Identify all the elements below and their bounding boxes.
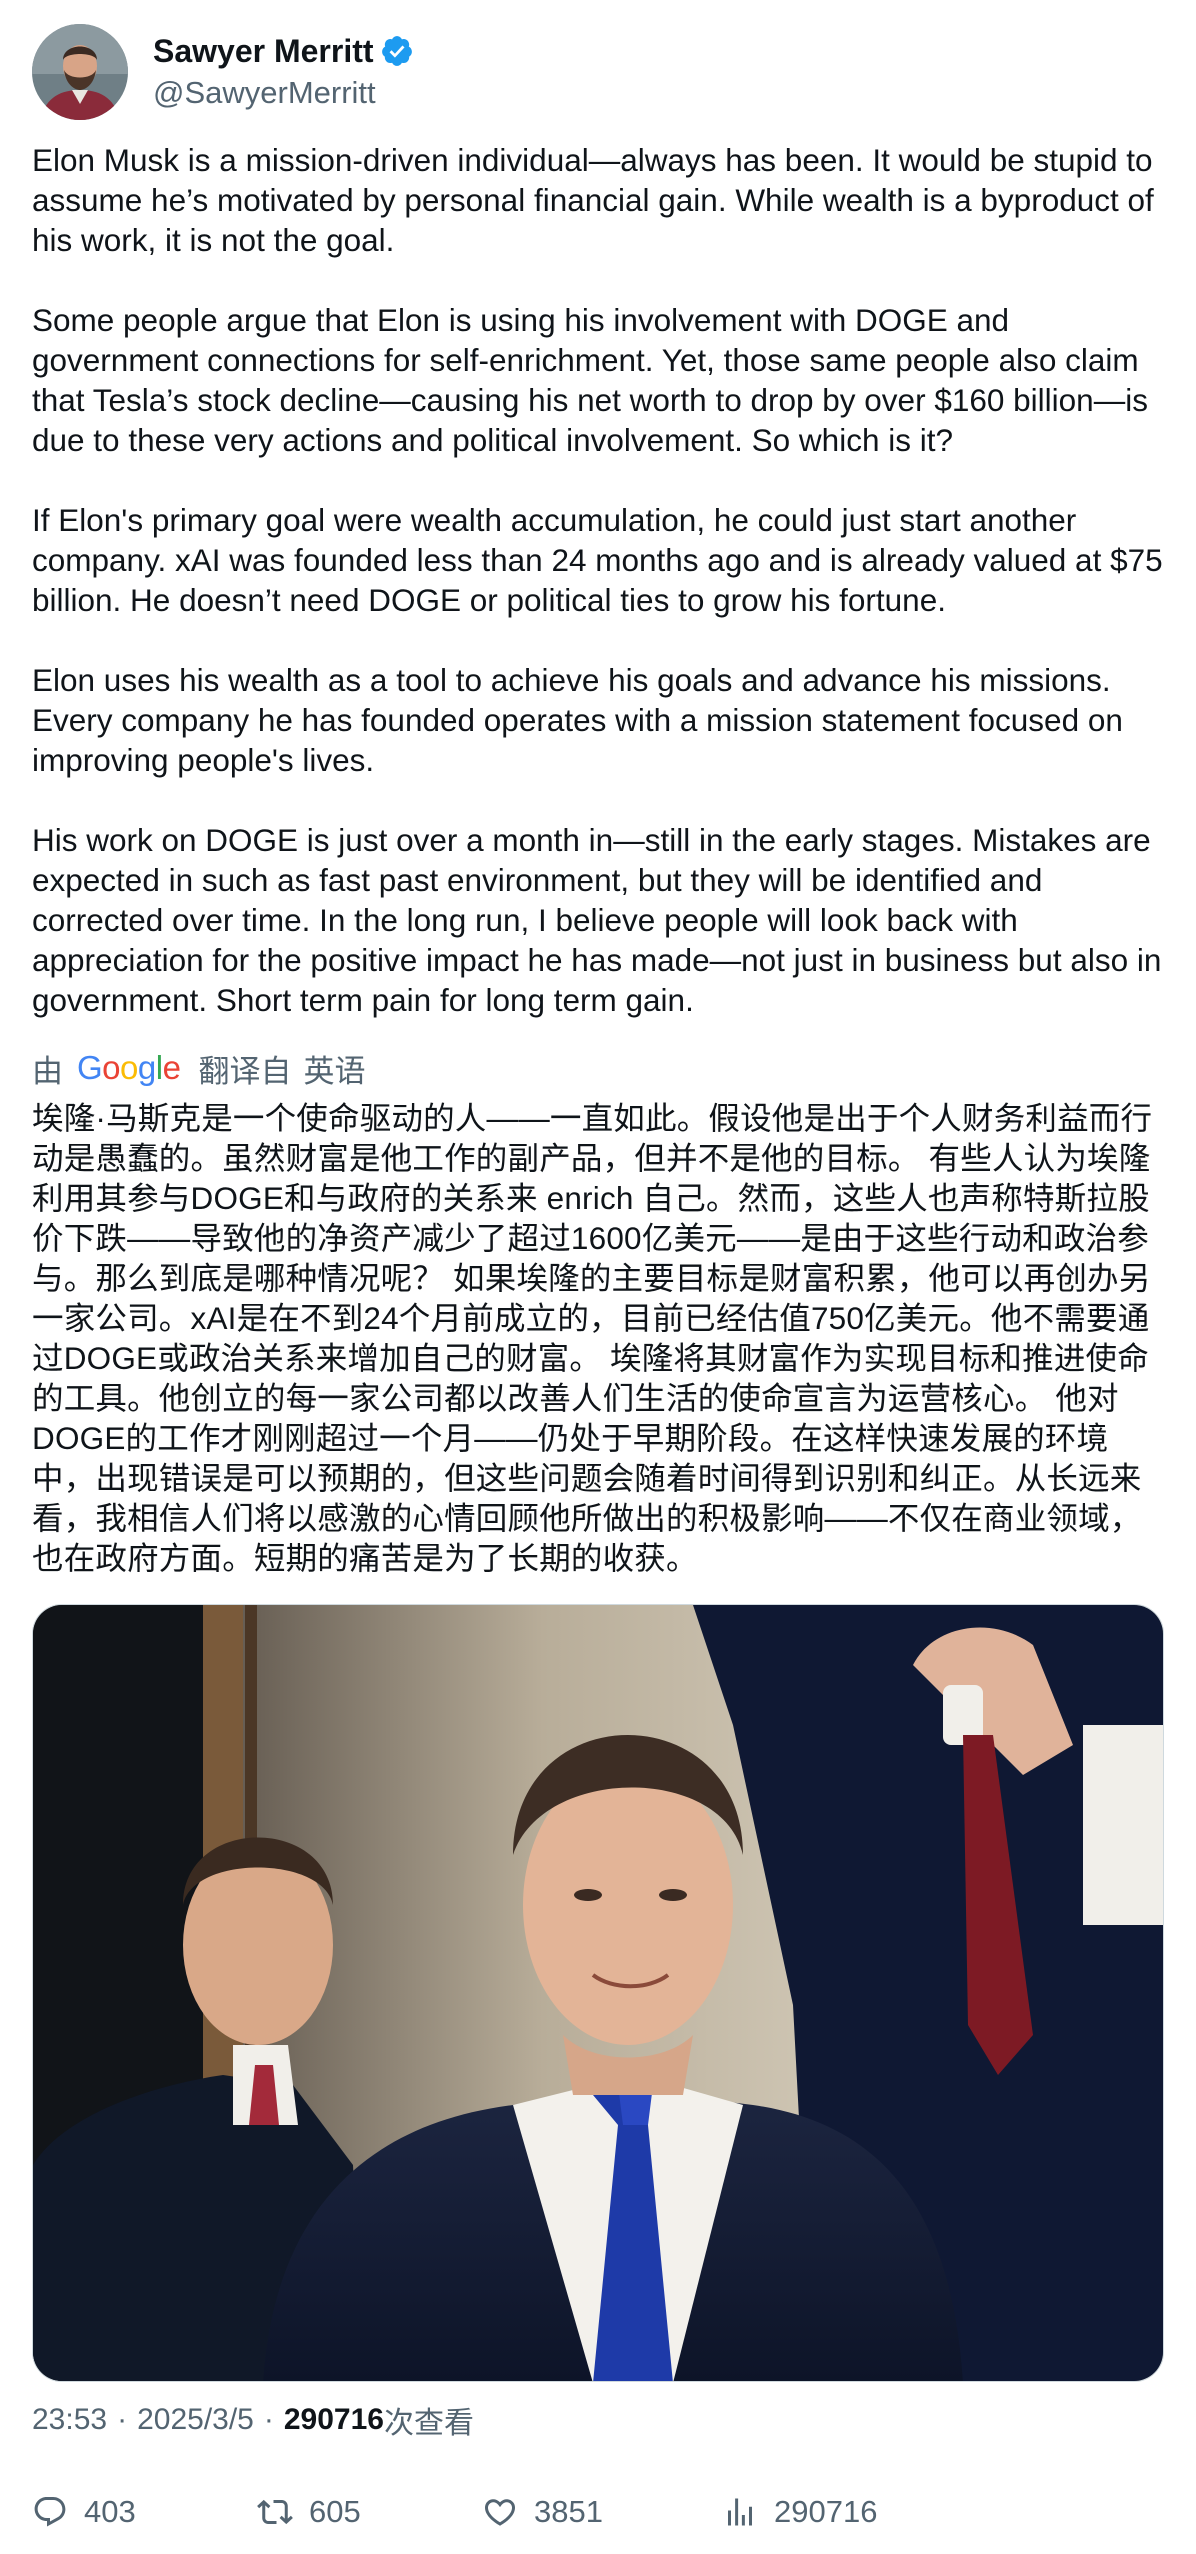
translated-by-label: 由 [32,1053,63,1089]
post-paragraph: Elon uses his wealth as a tool to achiev… [32,662,1123,778]
separator: · [117,2403,128,2436]
translated-from-label: 翻译自 [198,1053,292,1089]
reply-count: 403 [84,2494,136,2529]
source-language: 英语 [303,1053,366,1089]
google-logo: Google [77,1049,181,1086]
author-names: Sawyer Merritt @SawyerMerritt [153,31,414,113]
post-header: Sawyer Merritt @SawyerMerritt [32,24,414,120]
post-time[interactable]: 23:53 [32,2403,107,2437]
like-count: 3851 [534,2494,603,2529]
views-count: 290716 [283,2403,384,2436]
views-button[interactable]: 290716 [722,2494,877,2530]
post-date[interactable]: 2025/3/5 [137,2403,254,2437]
action-bar: 403 605 3851 290716 [32,2490,1172,2534]
translation-attribution[interactable]: 由 Google 翻译自 英语 [32,1048,366,1089]
like-button[interactable]: 3851 [482,2494,603,2530]
reply-button[interactable]: 403 [32,2494,136,2530]
reply-icon [34,2497,66,2527]
analytics-icon [728,2498,752,2526]
repost-button[interactable]: 605 [257,2494,361,2530]
post-image[interactable] [32,1604,1164,2382]
author-handle[interactable]: @SawyerMerritt [153,73,414,113]
post-text: Elon Musk is a mission-driven individual… [32,140,1172,1020]
translated-text: 埃隆·马斯克是一个使命驱动的人——一直如此。假设他是出于个人财务利益而行动是愚蠢… [32,1100,1153,1576]
post-paragraph: Some people argue that Elon is using his… [32,302,1148,458]
author-display-name[interactable]: Sawyer Merritt [153,31,374,71]
views-label: 次查看 [383,2407,474,2440]
avatar[interactable] [32,24,128,120]
verified-badge-icon[interactable] [380,34,414,68]
post-paragraph: His work on DOGE is just over a month in… [32,822,1162,1018]
repost-icon [257,2499,293,2525]
heart-icon [484,2499,516,2526]
post-paragraph: Elon Musk is a mission-driven individual… [32,142,1154,258]
views-action-count: 290716 [774,2494,878,2529]
post-paragraph: If Elon's primary goal were wealth accum… [32,502,1163,618]
separator: · [263,2403,274,2436]
repost-count: 605 [309,2494,361,2529]
post-meta: 23:53 · 2025/3/5 · 290716 次查看 [32,2400,474,2440]
name-row: Sawyer Merritt [153,31,414,71]
